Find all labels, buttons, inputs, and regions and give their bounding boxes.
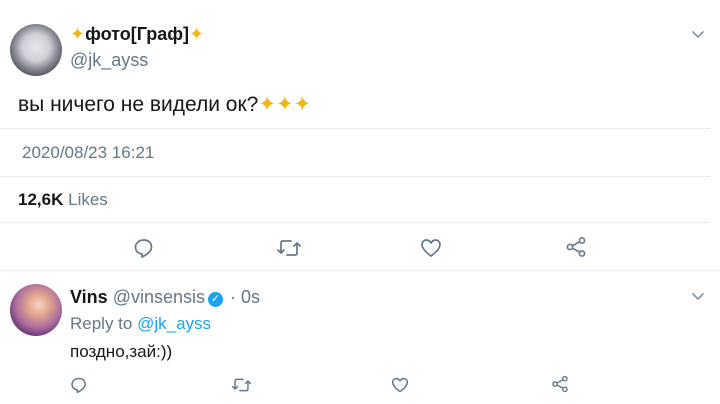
retweet-icon[interactable]	[231, 376, 252, 394]
reply-header: Vins @vinsensis ✓ · 0s	[70, 287, 260, 308]
reply-to-line: Reply to @jk_ayss	[70, 314, 211, 334]
display-name-text: фото[Граф]	[85, 24, 189, 44]
likes-number: 12,6K	[18, 190, 64, 209]
tweet-text: вы ничего не видели ок?✦✦✦	[18, 92, 311, 117]
tweet-timestamp[interactable]: 2020/08/23 16:21	[22, 143, 154, 163]
like-icon[interactable]	[420, 237, 442, 259]
share-icon[interactable]	[551, 375, 569, 393]
avatar[interactable]	[10, 24, 62, 76]
avatar[interactable]	[10, 284, 62, 336]
divider	[0, 222, 710, 223]
divider	[0, 176, 710, 177]
reply-display-name[interactable]: Vins	[70, 287, 108, 307]
display-name[interactable]: ✦фото[Граф]✦	[70, 24, 204, 45]
reply-to-label: Reply to	[70, 314, 133, 333]
reply-icon[interactable]	[70, 376, 88, 394]
reply-user-handle[interactable]: @vinsensis	[113, 287, 205, 307]
likes-count[interactable]: 12,6K Likes	[18, 190, 108, 210]
retweet-icon[interactable]	[276, 237, 302, 259]
divider	[0, 270, 720, 271]
sparkle-icon: ✦✦✦	[258, 93, 312, 116]
reply-text: поздно,зай:))	[70, 342, 173, 361]
sparkle-icon: ✦	[189, 24, 205, 44]
verified-badge-icon: ✓	[208, 292, 224, 307]
chevron-down-icon[interactable]	[690, 288, 706, 309]
reply-time: · 0s	[230, 287, 261, 307]
share-icon[interactable]	[565, 236, 587, 258]
chevron-down-icon[interactable]	[690, 26, 706, 47]
divider	[0, 128, 710, 129]
like-icon[interactable]	[391, 376, 409, 394]
likes-label: Likes	[68, 190, 108, 209]
tweet-text-body: вы ничего не видели ок?	[18, 93, 259, 116]
user-handle[interactable]: @jk_ayss	[70, 50, 148, 71]
reply-icon[interactable]	[133, 237, 155, 259]
sparkle-icon: ✦	[70, 24, 86, 44]
reply-to-handle-link[interactable]: @jk_ayss	[137, 314, 211, 333]
